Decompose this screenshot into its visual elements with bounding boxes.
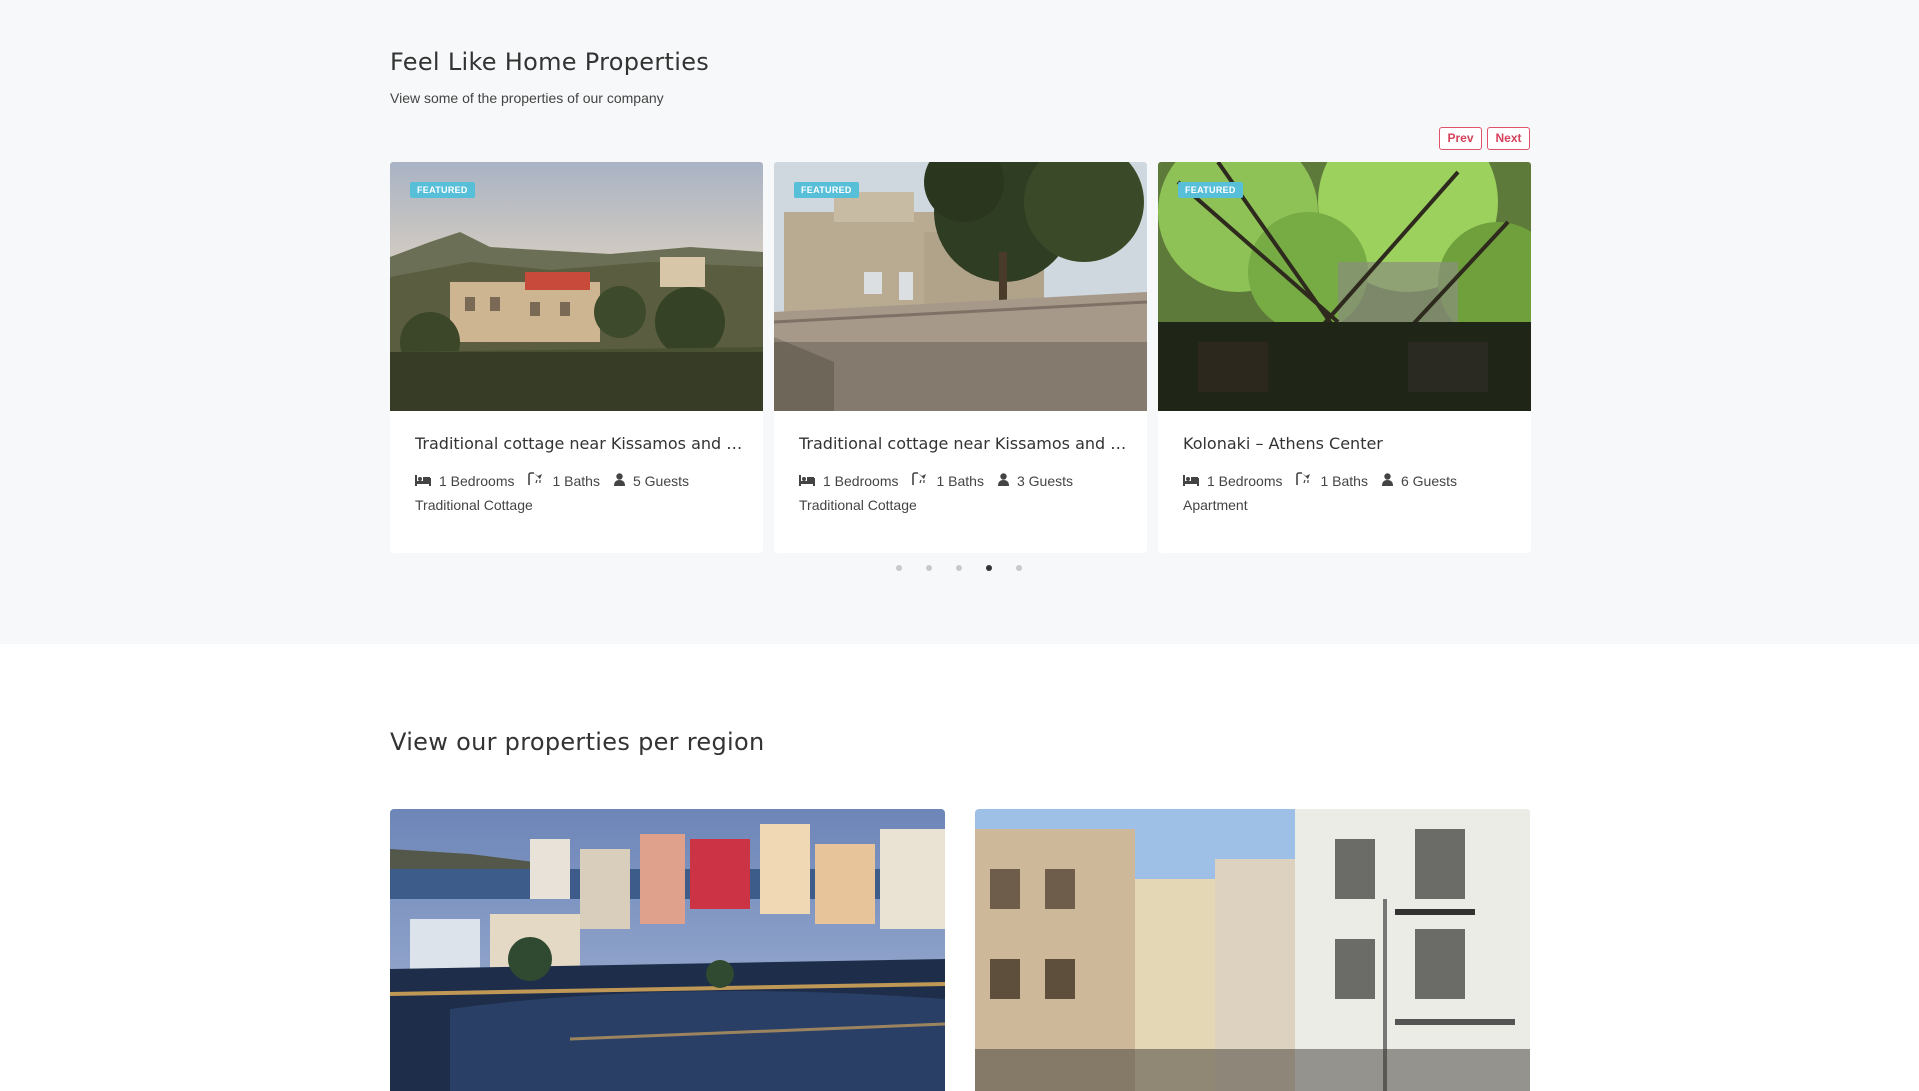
property-photo[interactable]	[774, 162, 1147, 411]
shower-icon	[1296, 472, 1312, 489]
featured-badge: FEATURED	[410, 182, 475, 198]
region-photo[interactable]	[390, 809, 945, 1091]
bedrooms-count: 1 Bedrooms	[823, 472, 899, 489]
regions-section-title: View our properties per region	[390, 728, 765, 756]
featured-badge: FEATURED	[1178, 182, 1243, 198]
property-card[interactable]: FEATURED Traditional cottage near Kissam…	[774, 162, 1147, 553]
baths-count: 1 Baths	[1320, 472, 1368, 489]
featured-badge: FEATURED	[794, 182, 859, 198]
featured-properties-section: Feel Like Home Properties View some of t…	[0, 0, 1919, 644]
guests-count: 3 Guests	[1016, 472, 1073, 489]
property-type: Apartment	[1183, 497, 1248, 513]
region-card[interactable]	[975, 809, 1530, 1091]
carousel-dot[interactable]	[896, 565, 902, 571]
bedrooms-count: 1 Bedrooms	[1207, 472, 1283, 489]
region-photo[interactable]	[975, 809, 1530, 1091]
property-meta: 1 Bedrooms 1 Baths 3 Guests	[799, 472, 1087, 489]
bed-icon	[415, 473, 431, 489]
guests-count: 6 Guests	[1400, 472, 1457, 489]
carousel-pagination	[896, 565, 1046, 571]
user-icon	[613, 472, 625, 489]
property-type: Traditional Cottage	[415, 497, 533, 513]
property-card[interactable]: FEATURED Kolonaki – Athens Center 1 Bedr…	[1158, 162, 1531, 553]
carousel-dot[interactable]	[926, 565, 932, 571]
baths-count: 1 Baths	[552, 472, 600, 489]
carousel-prev-button[interactable]: Prev	[1439, 127, 1482, 150]
property-meta: 1 Bedrooms 1 Baths 6 Guests	[1183, 472, 1471, 489]
baths-count: 1 Baths	[936, 472, 984, 489]
bed-icon	[1183, 473, 1199, 489]
bedrooms-count: 1 Bedrooms	[439, 472, 515, 489]
property-meta: 1 Bedrooms 1 Baths 5 Guests	[415, 472, 703, 489]
property-title[interactable]: Traditional cottage near Kissamos and …	[799, 434, 1129, 453]
region-card[interactable]	[390, 809, 945, 1091]
property-card[interactable]: FEATURED Traditional cottage near Kissam…	[390, 162, 763, 553]
property-title[interactable]: Kolonaki – Athens Center	[1183, 434, 1513, 453]
carousel-next-button[interactable]: Next	[1487, 127, 1530, 150]
carousel-dot[interactable]	[956, 565, 962, 571]
user-icon	[997, 472, 1009, 489]
shower-icon	[912, 472, 928, 489]
property-photo[interactable]	[1158, 162, 1531, 411]
guests-count: 5 Guests	[632, 472, 689, 489]
bed-icon	[799, 473, 815, 489]
shower-icon	[528, 472, 544, 489]
property-type: Traditional Cottage	[799, 497, 917, 513]
featured-section-subtitle: View some of the properties of our compa…	[390, 90, 664, 106]
property-title[interactable]: Traditional cottage near Kissamos and …	[415, 434, 745, 453]
featured-section-title: Feel Like Home Properties	[390, 48, 710, 76]
carousel-dot[interactable]	[1016, 565, 1022, 571]
user-icon	[1381, 472, 1393, 489]
property-photo[interactable]	[390, 162, 763, 411]
carousel-dot[interactable]	[986, 565, 992, 571]
